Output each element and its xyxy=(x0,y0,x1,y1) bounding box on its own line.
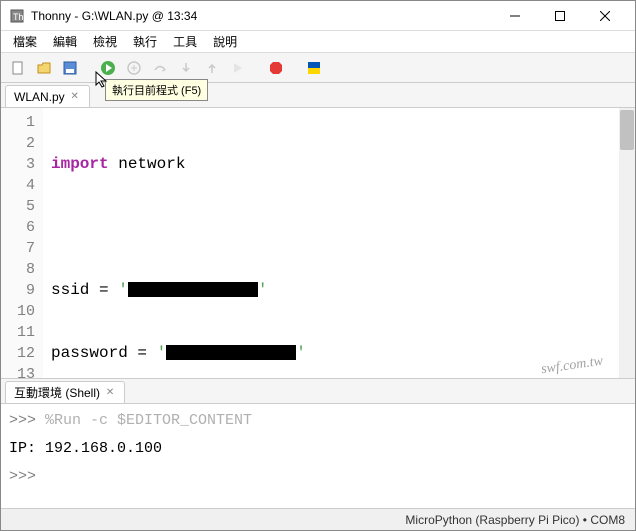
window-controls xyxy=(492,2,627,30)
window-title: Thonny - G:\WLAN.py @ 13:34 xyxy=(31,9,492,23)
menu-bar: 檔案 編輯 檢視 執行 工具 說明 xyxy=(1,31,635,53)
shell-line: IP: 192.168.0.100 xyxy=(9,438,627,460)
app-icon: Th xyxy=(9,8,25,24)
menu-view[interactable]: 檢視 xyxy=(85,31,125,52)
app-window: Th Thonny - G:\WLAN.py @ 13:34 檔案 編輯 檢視 … xyxy=(0,0,636,531)
close-icon[interactable]: ✕ xyxy=(69,91,81,103)
step-over-icon[interactable] xyxy=(149,57,171,79)
save-file-icon[interactable] xyxy=(59,57,81,79)
status-bar[interactable]: MicroPython (Raspberry Pi Pico) • COM8 xyxy=(1,508,635,530)
line-gutter: 12345678910111213 xyxy=(1,108,43,378)
run-tooltip: 執行目前程式 (F5) xyxy=(105,79,208,101)
code-area[interactable]: import network ssid = '' password = '' w… xyxy=(43,108,635,378)
new-file-icon[interactable] xyxy=(7,57,29,79)
minimize-button[interactable] xyxy=(492,2,537,30)
maximize-button[interactable] xyxy=(537,2,582,30)
tab-shell[interactable]: 互動環境 (Shell) ✕ xyxy=(5,381,125,403)
title-bar: Th Thonny - G:\WLAN.py @ 13:34 xyxy=(1,1,635,31)
tab-label: WLAN.py xyxy=(14,90,65,104)
editor-tab-bar: WLAN.py ✕ xyxy=(1,83,635,107)
vertical-scrollbar[interactable] xyxy=(619,108,635,378)
resume-icon[interactable] xyxy=(227,57,249,79)
stop-icon[interactable] xyxy=(265,57,287,79)
debug-icon[interactable] xyxy=(123,57,145,79)
menu-tools[interactable]: 工具 xyxy=(165,31,205,52)
tab-editor-file[interactable]: WLAN.py ✕ xyxy=(5,85,90,107)
open-file-icon[interactable] xyxy=(33,57,55,79)
menu-edit[interactable]: 編輯 xyxy=(45,31,85,52)
code-editor[interactable]: 12345678910111213 import network ssid = … xyxy=(1,107,635,378)
step-into-icon[interactable] xyxy=(175,57,197,79)
menu-file[interactable]: 檔案 xyxy=(5,31,45,52)
shell-panel: 互動環境 (Shell) ✕ >>> %Run -c $EDITOR_CONTE… xyxy=(1,378,635,508)
step-out-icon[interactable] xyxy=(201,57,223,79)
interpreter-status: MicroPython (Raspberry Pi Pico) • COM8 xyxy=(405,513,625,527)
close-icon[interactable]: ✕ xyxy=(104,387,116,399)
close-button[interactable] xyxy=(582,2,627,30)
svg-text:Th: Th xyxy=(13,12,24,22)
run-icon[interactable] xyxy=(97,57,119,79)
menu-run[interactable]: 執行 xyxy=(125,31,165,52)
toolbar: 執行目前程式 (F5) xyxy=(1,53,635,83)
tab-label: 互動環境 (Shell) xyxy=(14,384,100,401)
menu-help[interactable]: 說明 xyxy=(205,31,245,52)
shell-tab-bar: 互動環境 (Shell) ✕ xyxy=(1,379,635,403)
flag-icon[interactable] xyxy=(303,57,325,79)
shell-output[interactable]: >>> %Run -c $EDITOR_CONTENT IP: 192.168.… xyxy=(1,403,635,508)
